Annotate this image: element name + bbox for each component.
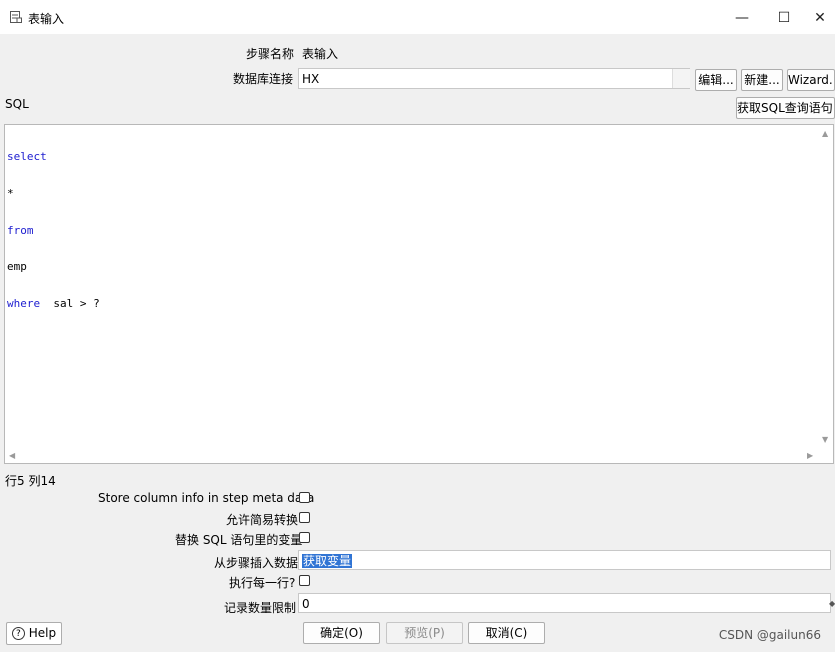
scroll-down-icon[interactable]: ▼ — [822, 435, 828, 445]
get-sql-button[interactable]: 获取SQL查询语句... — [736, 97, 835, 119]
insert-from-step-value: 获取变量 — [302, 554, 353, 568]
edit-connection-button[interactable]: 编辑... — [695, 69, 737, 91]
replace-variables-label: 替换 SQL 语句里的变量 — [175, 533, 303, 547]
wizard-button[interactable]: Wizard... — [787, 69, 835, 91]
sql-line-1: select — [7, 151, 100, 163]
maximize-button[interactable]: ☐ — [764, 6, 804, 30]
help-button[interactable]: ? Help — [6, 622, 62, 645]
sql-code: select * from emp where sal > ? — [7, 127, 100, 334]
help-label: Help — [28, 626, 57, 640]
cancel-button[interactable]: 取消(C) — [468, 622, 545, 644]
scroll-right-icon[interactable]: ▶ — [807, 451, 813, 461]
table-input-icon — [10, 11, 22, 23]
replace-variables-checkbox[interactable] — [299, 532, 310, 543]
cursor-position: 行5 列14 — [5, 474, 56, 488]
variable-diamond-icon: ◆ — [829, 599, 835, 608]
scroll-up-icon[interactable]: ▲ — [822, 129, 828, 139]
scroll-left-icon[interactable]: ◀ — [9, 451, 15, 461]
store-column-info-checkbox[interactable] — [299, 492, 310, 503]
step-name-field[interactable]: 表输入 — [298, 43, 835, 63]
limit-field[interactable]: 0 — [298, 593, 831, 613]
db-connection-label: 数据库连接 — [233, 72, 294, 86]
sql-line-4: emp — [7, 260, 27, 274]
dropdown-arrow-icon[interactable] — [672, 69, 690, 88]
sql-line-2: * — [7, 187, 14, 201]
ok-button[interactable]: 确定(O) — [303, 622, 380, 644]
sql-line-5: where sal > ? — [7, 296, 100, 310]
lazy-conversion-label: 允许简易转换 — [226, 513, 299, 527]
sql-line-3: from — [7, 223, 34, 237]
lazy-conversion-checkbox[interactable] — [299, 512, 310, 523]
insert-from-step-select[interactable]: 获取变量 — [298, 550, 831, 570]
watermark: CSDN @gailun66 — [718, 628, 821, 642]
minimize-button[interactable]: — — [722, 6, 762, 30]
title-bar: 表输入 — ☐ ✕ — [0, 0, 835, 34]
db-connection-select[interactable]: HX — [298, 68, 690, 89]
step-name-label: 步骤名称 — [246, 47, 295, 61]
store-column-info-label: Store column info in step meta data — [98, 491, 315, 505]
execute-each-row-checkbox[interactable] — [299, 575, 310, 586]
sql-editor[interactable]: select * from emp where sal > ? ▲ ▼ ◀ ▶ — [4, 124, 834, 464]
window-title: 表输入 — [28, 12, 65, 26]
execute-each-row-label: 执行每一行? — [229, 576, 296, 590]
vertical-scrollbar[interactable]: ▲ ▼ — [819, 125, 833, 449]
sql-label: SQL — [5, 97, 29, 111]
sql-keyword: select — [7, 150, 47, 164]
new-connection-button[interactable]: 新建... — [741, 69, 783, 91]
insert-from-step-label: 从步骤插入数据 — [214, 556, 299, 570]
horizontal-scrollbar[interactable]: ◀ ▶ — [5, 449, 819, 463]
help-icon: ? — [11, 627, 25, 640]
preview-button[interactable]: 预览(P) — [386, 622, 463, 644]
close-button[interactable]: ✕ — [800, 6, 835, 30]
limit-label: 记录数量限制 — [224, 601, 297, 615]
